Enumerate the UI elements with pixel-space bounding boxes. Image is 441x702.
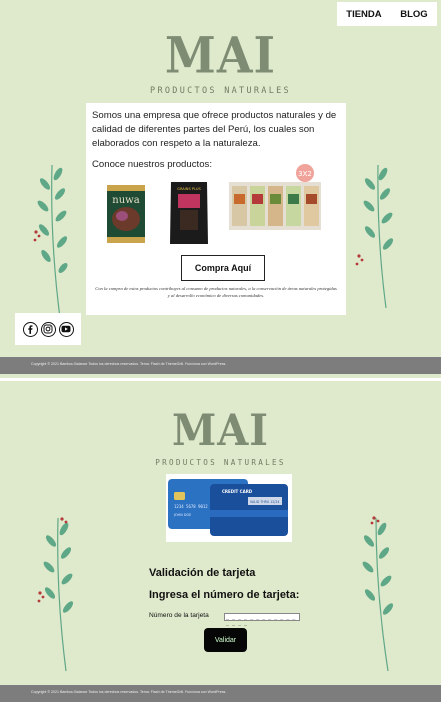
intro-text: Somos una empresa que ofrece productos n…	[92, 110, 337, 149]
site-footer: Copyright © 2021 Bambou Balance Todos lo…	[0, 685, 441, 702]
nav-blog-link[interactable]: BLOG	[400, 9, 427, 20]
top-nav: TIENDA BLOG	[337, 2, 437, 26]
validate-button[interactable]: Validar	[204, 628, 247, 652]
footer-copyright: Copyright © 2021 Bambou Balance Todos lo…	[31, 362, 227, 366]
facebook-icon[interactable]	[22, 321, 38, 337]
card-number-label: Número de la tarjeta	[149, 612, 209, 619]
nuwa-jar-image[interactable]: nuwa	[106, 183, 146, 245]
card-back-title: CREDIT CARD	[222, 489, 253, 494]
card-back-validity: VALID THRU 12/24	[250, 500, 279, 504]
plant-illustration-left	[33, 164, 68, 319]
site-logo[interactable]: MAI	[0, 405, 441, 456]
plant-illustration-right	[362, 516, 394, 672]
site-tagline: PRODUCTOS NATURALES	[150, 86, 291, 96]
grains-plus-text: GRAINS PLUS	[177, 187, 201, 191]
youtube-icon[interactable]	[58, 321, 74, 337]
site-logo[interactable]: MAI	[0, 26, 441, 84]
promo-badge: 3X2	[298, 170, 312, 178]
buy-button[interactable]: Compra Aquí	[181, 255, 265, 281]
social-links	[15, 313, 81, 345]
card-front-holder: JOHN DOE	[173, 513, 191, 517]
card-validation-page: MAI PRODUCTOS NATURALES 1234 5678 9012 3…	[0, 381, 441, 702]
commitment-text: Con la compra de estos productos contrib…	[95, 286, 337, 298]
card-number-input[interactable]: _ _ _ _ _ _ _ _ _ _ _ _ _ _ _ _	[224, 613, 300, 626]
nav-tienda-link[interactable]: TIENDA	[346, 9, 381, 20]
plant-illustration-right	[355, 164, 394, 309]
home-page: TIENDA BLOG MAI PRODUCTOS NATURALES Somo…	[0, 0, 441, 378]
validation-title: Validación de tarjeta	[149, 567, 256, 579]
products-lead: Conoce nuestros productos:	[92, 159, 212, 170]
nuwa-brand-text: nuwa	[112, 195, 139, 206]
credit-cards-image: 1234 5678 9012 3456 JOHN DOE CREDIT CARD…	[166, 474, 292, 542]
footer-copyright: Copyright © 2021 Bambou Balance Todos lo…	[31, 690, 227, 694]
site-footer: Copyright © 2021 Bambou Balance Todos lo…	[0, 357, 441, 374]
snack-bags-image[interactable]: 3X2	[227, 164, 323, 234]
about-card: Somos una empresa que ofrece productos n…	[86, 103, 346, 315]
card-number-prompt: Ingresa el número de tarjeta:	[149, 589, 300, 601]
site-tagline: PRODUCTOS NATURALES	[155, 458, 286, 467]
instagram-icon[interactable]	[40, 321, 56, 337]
plant-illustration-left	[37, 517, 74, 672]
grains-plus-bag-image[interactable]: GRAINS PLUS	[168, 180, 210, 246]
